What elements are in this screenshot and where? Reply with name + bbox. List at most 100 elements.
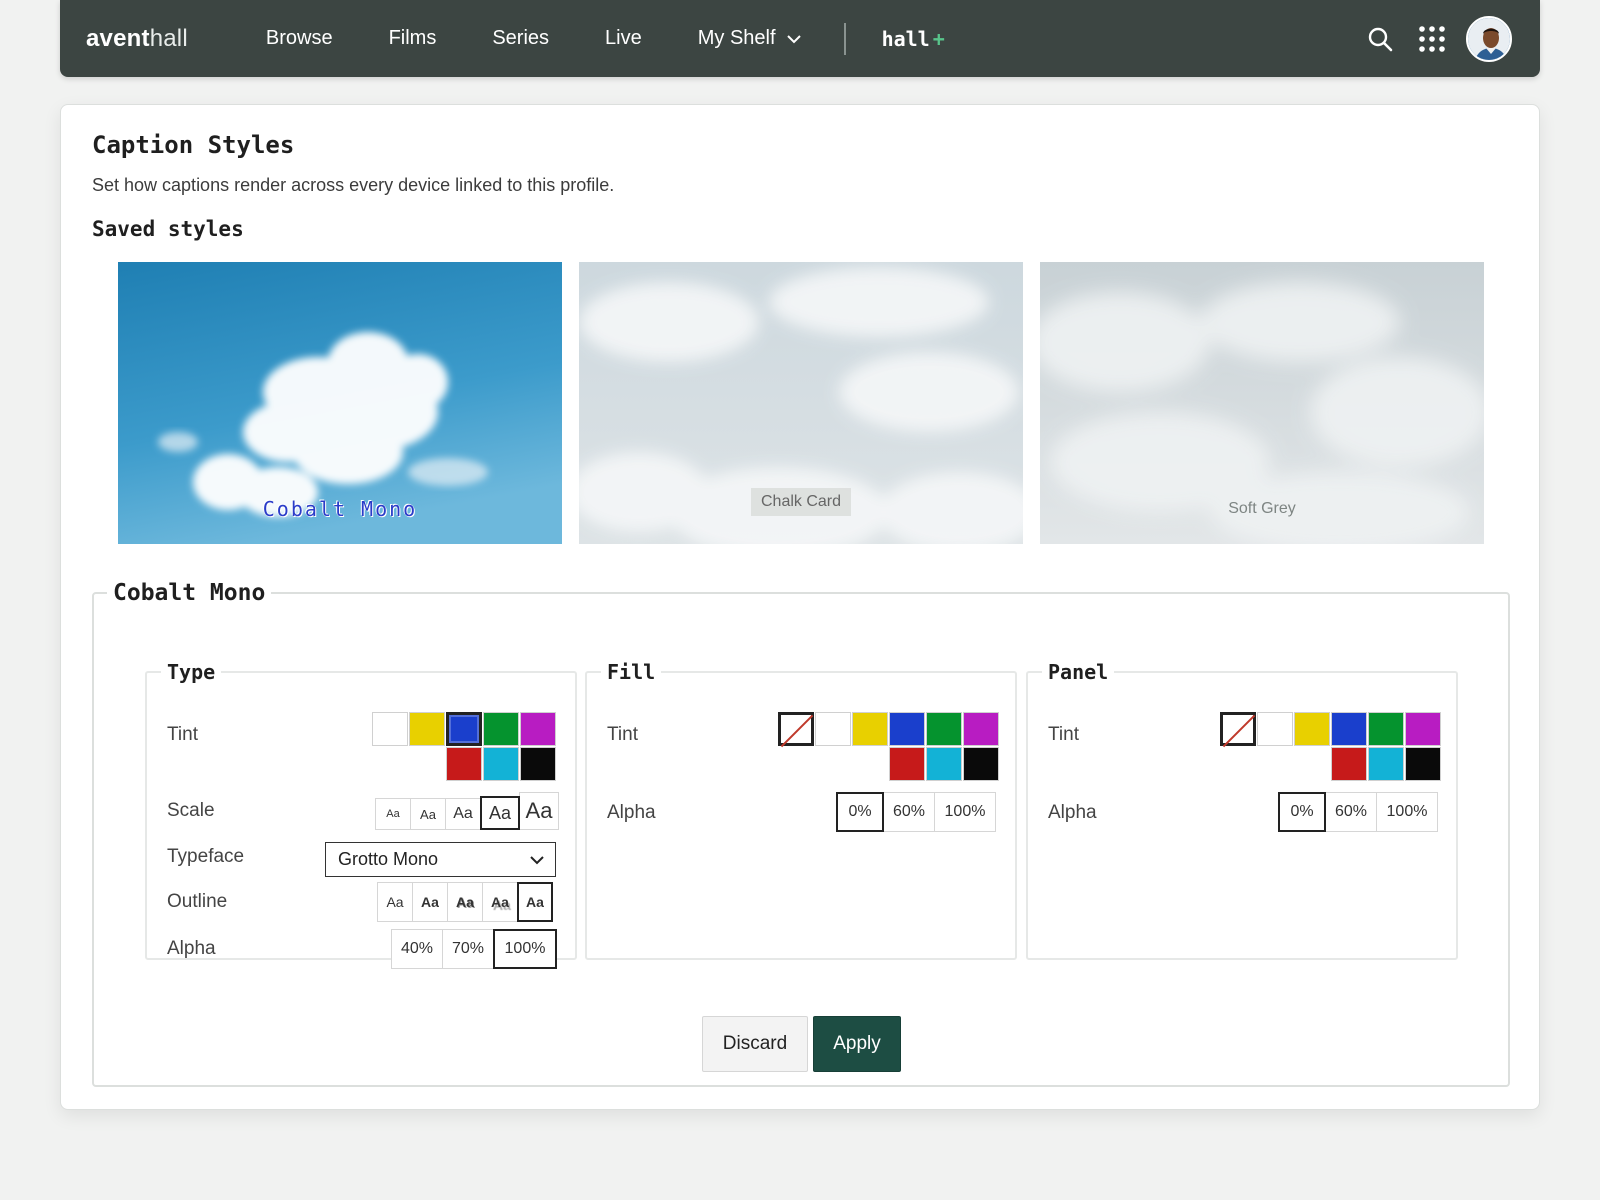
swatch-yellow[interactable] [852, 712, 888, 746]
panel-alpha-option[interactable]: 60% [1325, 792, 1377, 832]
swatch-blue[interactable] [1331, 712, 1367, 746]
fill-alpha-option[interactable]: 60% [883, 792, 935, 832]
swatch-green[interactable] [483, 712, 519, 746]
outline-options: Aa Aa Aa Aa Aa [377, 882, 553, 922]
panel-tint-swatches [1219, 712, 1441, 781]
swatch-magenta[interactable] [520, 712, 556, 746]
type-scale-options: Aa Aa Aa Aa Aa [375, 792, 559, 830]
swatch-red[interactable] [1331, 747, 1367, 781]
typeface-select[interactable]: Grotto Mono [325, 842, 556, 877]
swatch-blue[interactable] [446, 712, 482, 746]
swatch-yellow[interactable] [409, 712, 445, 746]
style-editor: Cobalt Mono Type Tint Scale Aa Aa Aa Aa [92, 580, 1510, 1087]
outline-option-uniform[interactable]: Aa [517, 882, 553, 922]
swatch-magenta[interactable] [1405, 712, 1441, 746]
swatch-white[interactable] [815, 712, 851, 746]
swatch-magenta[interactable] [963, 712, 999, 746]
scale-option-s[interactable]: Aa [410, 798, 446, 830]
type-group-heading: Type [167, 660, 216, 684]
fill-group: Fill Tint Alpha 0% 60% 100% [585, 660, 1017, 960]
swatch-green[interactable] [1368, 712, 1404, 746]
outline-label: Outline [167, 891, 228, 912]
apps-grid-icon [1419, 25, 1445, 52]
swatch-black[interactable] [1405, 747, 1441, 781]
scale-option-m[interactable]: Aa [445, 798, 481, 830]
avatar[interactable] [1466, 15, 1512, 62]
swatch-red[interactable] [889, 747, 925, 781]
outline-option-shadow[interactable]: Aa [482, 882, 518, 922]
brand-logo-light: hall [149, 24, 188, 52]
swatch-none[interactable] [1220, 712, 1256, 746]
plus-logo-text: hall [881, 26, 930, 51]
scale-option-l[interactable]: Aa [480, 796, 520, 830]
apps-grid-button[interactable] [1412, 19, 1452, 59]
swatch-white[interactable] [1257, 712, 1293, 746]
fill-alpha-label: Alpha [607, 802, 656, 823]
panel-alpha-option[interactable]: 100% [1376, 792, 1438, 832]
swatch-cyan[interactable] [483, 747, 519, 781]
user-avatar-icon [1468, 17, 1510, 60]
top-nav-bar: aventhall Browse Films Series Live My Sh… [60, 0, 1540, 77]
swatch-cyan[interactable] [926, 747, 962, 781]
swatch-blue[interactable] [889, 712, 925, 746]
type-tint-swatches [340, 712, 556, 781]
swatch-black[interactable] [963, 747, 999, 781]
panel-alpha-option[interactable]: 0% [1278, 792, 1326, 832]
outline-option-depressed[interactable]: Aa [447, 882, 483, 922]
style-editor-title: Cobalt Mono [113, 580, 266, 606]
type-alpha-option[interactable]: 40% [391, 929, 443, 969]
nav-films[interactable]: Films [361, 27, 465, 50]
fill-alpha-option[interactable]: 100% [934, 792, 996, 832]
swatch-black[interactable] [520, 747, 556, 781]
fill-tint-swatches [777, 712, 999, 781]
saved-style-card-chalk-card[interactable]: Chalk Card [579, 262, 1023, 544]
fill-alpha-option[interactable]: 0% [836, 792, 884, 832]
swatch-cyan[interactable] [1368, 747, 1404, 781]
plus-logo[interactable]: hall + [866, 27, 945, 51]
type-group: Type Tint Scale Aa Aa Aa Aa Aa Typeface [145, 660, 577, 969]
swatch-green[interactable] [926, 712, 962, 746]
caption-styles-card: Caption Styles Set how captions render a… [60, 104, 1540, 1110]
fill-alpha-options: 0% 60% 100% [836, 792, 996, 832]
saved-style-label: Soft Grey [1228, 500, 1296, 517]
type-alpha-option[interactable]: 100% [493, 929, 557, 969]
plus-logo-mark: + [932, 26, 945, 51]
brand-logo-bold: avent [86, 24, 150, 52]
page-title: Caption Styles [92, 131, 295, 159]
saved-style-label-text: Chalk Card [750, 488, 852, 516]
type-scale-label: Scale [167, 800, 215, 821]
saved-style-label: Cobalt Mono [262, 497, 418, 521]
discard-button[interactable]: Discard [702, 1016, 808, 1072]
top-right-controls [1348, 15, 1512, 62]
brand-logo[interactable]: aventhall [86, 25, 188, 53]
saved-styles-heading: Saved styles [92, 217, 244, 241]
swatch-red[interactable] [446, 747, 482, 781]
scale-option-xs[interactable]: Aa [375, 798, 411, 830]
type-alpha-label: Alpha [167, 938, 216, 959]
type-tint-label: Tint [167, 724, 198, 745]
chevron-down-icon [530, 855, 544, 864]
swatch-yellow[interactable] [1294, 712, 1330, 746]
type-alpha-option[interactable]: 70% [442, 929, 494, 969]
type-alpha-options: 40% 70% 100% [391, 929, 557, 969]
nav-my-shelf[interactable]: My Shelf [670, 27, 830, 50]
search-button[interactable] [1360, 19, 1400, 59]
nav-my-shelf-label: My Shelf [697, 27, 776, 49]
saved-style-card-soft-grey[interactable]: Soft Grey [1040, 262, 1484, 544]
main-nav: Browse Films Series Live My Shelf hall + [238, 22, 945, 55]
outline-option-none[interactable]: Aa [377, 882, 413, 922]
nav-divider [843, 22, 846, 55]
chevron-down-icon [786, 34, 801, 43]
saved-styles-gallery: Cobalt Mono Chalk Card Soft Grey [118, 262, 1484, 544]
outline-option-raised[interactable]: Aa [412, 882, 448, 922]
saved-style-card-cobalt-mono[interactable]: Cobalt Mono [118, 262, 562, 544]
nav-browse[interactable]: Browse [238, 27, 361, 50]
swatch-white[interactable] [372, 712, 408, 746]
nav-live[interactable]: Live [577, 27, 670, 50]
swatch-none[interactable] [778, 712, 814, 746]
search-icon [1368, 27, 1393, 51]
scale-option-xl[interactable]: Aa [519, 792, 559, 830]
panel-tint-label: Tint [1048, 724, 1079, 745]
nav-series[interactable]: Series [464, 27, 577, 50]
apply-button[interactable]: Apply [813, 1016, 901, 1072]
